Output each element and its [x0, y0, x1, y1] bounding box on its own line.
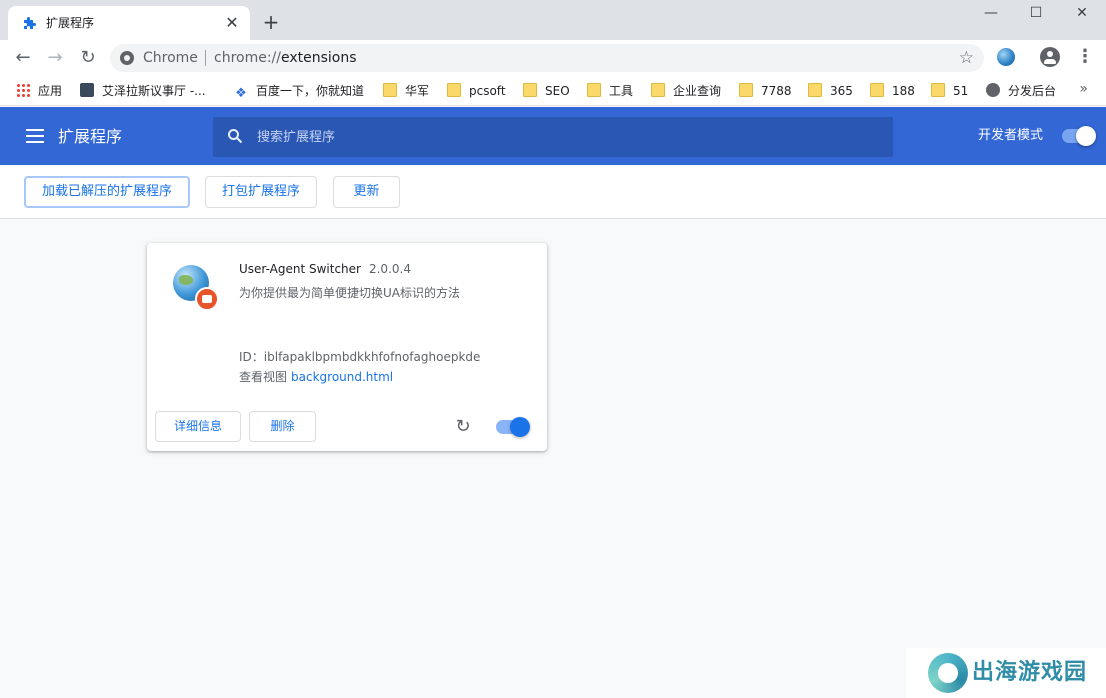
- hamburger-menu-icon[interactable]: [26, 129, 44, 143]
- folder-icon: [808, 83, 822, 97]
- extensions-header: 扩展程序 开发者模式: [0, 107, 1106, 165]
- extension-icon: [173, 265, 221, 313]
- bookmark-apps[interactable]: 应用: [16, 82, 62, 100]
- maximize-button[interactable]: ☐: [1013, 0, 1059, 28]
- camera-badge-icon: [195, 287, 219, 311]
- background-page-link[interactable]: background.html: [291, 370, 393, 384]
- apps-grid-icon: [16, 83, 30, 97]
- bookmark-label: 7788: [761, 84, 792, 98]
- browser-toolbar: ← → ↻ Chrome chrome://extensions ☆: [0, 40, 1106, 76]
- address-bar[interactable]: Chrome chrome://extensions ☆: [110, 44, 984, 72]
- chrome-site-icon: [120, 51, 134, 65]
- extension-id: ID：iblfapaklbpmbdkkhfofnofaghoepkde: [239, 350, 481, 364]
- extension-title: User-Agent Switcher: [239, 262, 361, 276]
- bookmark-company-lookup[interactable]: 企业查询: [651, 82, 721, 100]
- back-button[interactable]: ←: [11, 46, 35, 70]
- toggle-knob: [510, 417, 530, 437]
- folder-icon: [651, 83, 665, 97]
- bookmark-188[interactable]: 188: [870, 82, 915, 100]
- update-button[interactable]: 更新: [333, 176, 400, 208]
- folder-icon: [523, 83, 537, 97]
- bookmark-7788[interactable]: 7788: [739, 82, 792, 100]
- folder-icon: [447, 83, 461, 97]
- baidu-paw-icon: ❖: [235, 86, 247, 101]
- puzzle-icon: [24, 17, 36, 29]
- bookmark-baidu[interactable]: ❖ 百度一下，你就知道: [234, 82, 365, 101]
- reload-button[interactable]: ↻: [76, 46, 100, 70]
- tab-extensions[interactable]: 扩展程序 ✕: [8, 6, 250, 40]
- folder-icon: [931, 83, 945, 97]
- folder-icon: [587, 83, 601, 97]
- bookmark-tools[interactable]: 工具: [587, 82, 633, 100]
- bookmark-label: 艾泽拉斯议事厅 -...: [102, 84, 206, 98]
- tab-close-icon[interactable]: ✕: [222, 13, 242, 33]
- extension-card: User-Agent Switcher 2.0.0.4 为你提供最为简单便捷切换U…: [147, 243, 547, 451]
- new-tab-button[interactable]: +: [260, 11, 282, 33]
- omnibox-chrome-label: Chrome: [143, 50, 198, 66]
- chrome-menu-icon[interactable]: ⋮: [1076, 47, 1094, 67]
- extension-enable-toggle[interactable]: [496, 417, 530, 437]
- developer-toolbar: 加载已解压的扩展程序 打包扩展程序 更新: [0, 165, 1106, 219]
- bookmark-label: 华军: [405, 84, 430, 98]
- extension-globe-icon[interactable]: [997, 48, 1015, 66]
- forward-button[interactable]: →: [43, 46, 67, 70]
- bookmark-51[interactable]: 51: [931, 82, 968, 100]
- dev-mode-toggle[interactable]: [1062, 126, 1096, 146]
- bookmark-label: pcsoft: [469, 84, 506, 98]
- bookmark-label: 百度一下，你就知道: [256, 84, 365, 98]
- omnibox-separator: [205, 50, 206, 66]
- dev-mode-label: 开发者模式: [978, 128, 1044, 143]
- globe-icon: [986, 83, 1000, 97]
- bookmark-label: 188: [892, 84, 915, 98]
- profile-icon[interactable]: [1040, 47, 1060, 67]
- bookmark-label: SEO: [545, 84, 570, 98]
- page-title: 扩展程序: [58, 127, 123, 146]
- watermark-logo-icon: [928, 653, 968, 693]
- title-bar: 扩展程序 ✕ + — ☐ ✕: [0, 0, 1106, 40]
- remove-button[interactable]: 删除: [249, 411, 316, 442]
- site-icon: [80, 83, 94, 97]
- bookmark-label: 工具: [609, 84, 634, 98]
- bookmark-label: 企业查询: [673, 84, 722, 98]
- folder-icon: [870, 83, 884, 97]
- load-unpacked-button[interactable]: 加载已解压的扩展程序: [24, 176, 190, 208]
- folder-icon: [383, 83, 397, 97]
- details-button[interactable]: 详细信息: [155, 411, 241, 442]
- bookmark-huajun[interactable]: 华军: [383, 82, 429, 100]
- search-input[interactable]: [257, 127, 857, 147]
- bookmark-pcsoft[interactable]: pcsoft: [447, 82, 506, 100]
- bookmark-distribution-admin[interactable]: 分发后台: [986, 82, 1056, 100]
- inspect-views-label: 查看视图: [239, 370, 288, 384]
- url-path: extensions: [281, 50, 357, 66]
- omnibox-url[interactable]: chrome://extensions: [214, 49, 357, 67]
- bookmark-label: 分发后台: [1008, 84, 1057, 98]
- search-icon: [228, 129, 243, 144]
- minimize-button[interactable]: —: [968, 0, 1014, 28]
- bookmark-label: 应用: [38, 84, 63, 98]
- bookmarks-overflow-icon[interactable]: »: [1079, 81, 1088, 97]
- inspect-views: 查看视图 background.html: [239, 369, 393, 385]
- tab-title: 扩展程序: [46, 16, 95, 30]
- watermark: 出海游戏园: [906, 648, 1106, 698]
- url-scheme: chrome://: [214, 50, 281, 66]
- search-box[interactable]: [213, 117, 893, 157]
- extension-version: 2.0.0.4: [368, 262, 411, 276]
- close-window-button[interactable]: ✕: [1059, 0, 1105, 28]
- bookmark-azeroth[interactable]: 艾泽拉斯议事厅 -...: [80, 82, 206, 100]
- bookmark-365[interactable]: 365: [808, 82, 853, 100]
- reload-extension-icon[interactable]: ↻: [452, 416, 474, 438]
- extension-description: 为你提供最为简单便捷切换UA标识的方法: [239, 286, 460, 300]
- folder-icon: [739, 83, 753, 97]
- bookmark-label: 51: [953, 84, 969, 98]
- pack-extension-button[interactable]: 打包扩展程序: [205, 176, 317, 208]
- toggle-knob: [1076, 126, 1096, 146]
- bookmarks-bar: 应用 艾泽拉斯议事厅 -... ❖ 百度一下，你就知道 华军 pcsoft SEO…: [0, 76, 1106, 106]
- watermark-text: 出海游戏园: [972, 660, 1088, 685]
- bookmark-label: 365: [830, 84, 853, 98]
- extension-name: User-Agent Switcher 2.0.0.4: [239, 261, 411, 277]
- bookmark-star-icon[interactable]: ☆: [959, 48, 974, 68]
- bookmark-seo[interactable]: SEO: [523, 82, 570, 100]
